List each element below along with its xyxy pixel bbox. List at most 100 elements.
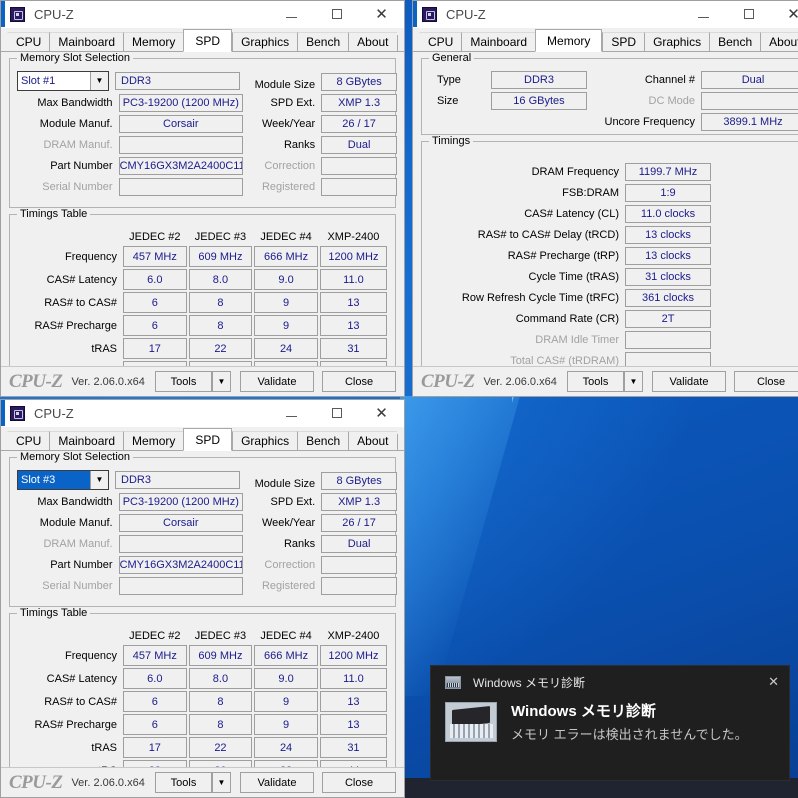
tools-button[interactable]: Tools [155,772,212,793]
cell: 666 MHz [254,645,318,666]
tab-cpu[interactable]: CPU [7,431,49,450]
title-bar[interactable]: CPU-Z ✕ [1,1,404,28]
tab-mainboard[interactable]: Mainboard [49,32,123,51]
close-button[interactable]: Close [734,371,798,392]
tab-memory[interactable]: Memory [535,29,602,52]
tools-dropdown-button[interactable]: ▼ [212,371,231,392]
memory-type-field: DDR3 [491,71,587,89]
col-jedec3: JEDEC #3 [189,230,253,244]
tab-bench[interactable]: Bench [297,32,348,51]
cell: 22 [189,338,253,359]
tab-strip[interactable]: CPU Mainboard Memory SPD Graphics Bench … [1,28,404,52]
version-label: Ver. 2.06.0.x64 [71,376,144,388]
memory-type-field: DDR3 [115,72,240,90]
tools-dropdown-button[interactable]: ▼ [212,772,231,793]
maximize-icon[interactable] [314,1,359,27]
table-row: CAS# Latency 6.0 8.0 9.0 11.0 [18,668,387,689]
part-number-field: CMY16GX3M2A2400C11 [119,556,243,574]
slot-select-dropdown[interactable]: Slot #1 ▼ [17,71,109,91]
minimize-icon[interactable] [681,1,726,27]
cell: 1200 MHz [320,246,387,267]
tab-about[interactable]: About [760,32,798,51]
tab-spd[interactable]: SPD [183,29,232,52]
cell: 13 [320,714,387,735]
tab-mainboard[interactable]: Mainboard [461,32,535,51]
cell: 22 [189,737,253,758]
cpuz-window-spd-slot3[interactable]: CPU-Z ✕ CPU Mainboard Memory SPD Graphic… [0,399,405,798]
cpuz-logo: CPU-Z [9,772,62,794]
minimize-icon[interactable] [269,1,314,27]
row-label-ras-precharge: RAS# Precharge [18,714,121,735]
label-module-manuf: Module Manuf. [17,517,119,529]
cell: 8 [189,691,253,712]
tools-button[interactable]: Tools [567,371,624,392]
toast-app-name: Windows メモリ診断 [473,674,585,691]
validate-button[interactable]: Validate [240,772,314,793]
title-bar[interactable]: CPU-Z ✕ [413,1,798,28]
cell: 1200 MHz [320,645,387,666]
cell: 6.0 [123,269,187,290]
label-dc-mode: DC Mode [587,95,701,107]
validate-button[interactable]: Validate [240,371,314,392]
tab-bench[interactable]: Bench [297,431,348,450]
minimize-icon[interactable] [269,400,314,426]
chevron-down-icon[interactable]: ▼ [90,471,108,489]
tab-spd[interactable]: SPD [183,428,232,451]
close-icon[interactable]: ✕ [359,400,404,426]
close-icon[interactable]: ✕ [359,1,404,27]
cpuz-window-spd-slot1[interactable]: CPU-Z ✕ CPU Mainboard Memory SPD Graphic… [0,0,405,397]
tools-button[interactable]: Tools [155,371,212,392]
cpuz-window-memory[interactable]: CPU-Z ✕ CPU Mainboard Memory SPD Graphic… [412,0,798,397]
label-dram-idle-timer: DRAM Idle Timer [429,334,625,346]
tools-dropdown-button[interactable]: ▼ [624,371,643,392]
tab-graphics[interactable]: Graphics [644,32,709,51]
cell: 457 MHz [123,645,187,666]
memory-slot-selection-group: Memory Slot Selection Slot #1 ▼ DDR3 Max… [9,58,396,208]
taskbar[interactable] [400,778,798,798]
tab-cpu[interactable]: CPU [7,32,49,51]
tab-strip[interactable]: CPU Mainboard Memory SPD Graphics Bench … [413,28,798,52]
tab-cpu[interactable]: CPU [419,32,461,51]
slot-select-dropdown[interactable]: Slot #3 ▼ [17,470,109,490]
toast-body: Windows メモリ診断 メモリ エラーは検出されませんでした。 [431,698,789,745]
correction-field [321,157,397,175]
maximize-icon[interactable] [726,1,771,27]
tab-memory[interactable]: Memory [123,32,183,51]
label-max-bandwidth: Max Bandwidth [17,496,119,508]
tab-graphics[interactable]: Graphics [232,32,297,51]
chevron-down-icon[interactable]: ▼ [90,72,108,90]
row-label-frequency: Frequency [18,645,121,666]
label-max-bandwidth: Max Bandwidth [17,97,119,109]
close-button[interactable]: Close [322,371,396,392]
maximize-icon[interactable] [314,400,359,426]
close-button[interactable]: Close [322,772,396,793]
tab-spd[interactable]: SPD [602,32,644,51]
slot-select-value: Slot #1 [18,72,90,90]
table-row: tRAS 17 22 24 31 [18,338,387,359]
tab-mainboard[interactable]: Mainboard [49,431,123,450]
title-bar[interactable]: CPU-Z ✕ [1,400,404,427]
label-spd-ext: SPD Ext. [247,97,321,109]
tab-about[interactable]: About [348,32,396,51]
windows-memory-diagnostic-toast[interactable]: Windows メモリ診断 ✕ Windows メモリ診断 メモリ エラーは検出… [430,665,790,781]
tab-bench[interactable]: Bench [709,32,760,51]
close-icon[interactable]: ✕ [768,675,779,690]
windows-memory-diagnostic-icon [445,676,461,689]
tab-memory[interactable]: Memory [123,431,183,450]
tab-about[interactable]: About [348,431,396,450]
row-label-tras: tRAS [18,737,121,758]
trfc-field: 361 clocks [625,289,711,307]
tab-graphics[interactable]: Graphics [232,431,297,450]
validate-button[interactable]: Validate [652,371,726,392]
tab-strip[interactable]: CPU Mainboard Memory SPD Graphics Bench … [1,427,404,451]
col-jedec3: JEDEC #3 [189,629,253,643]
window-title: CPU-Z [34,406,74,421]
window-footer: CPU-Z Ver. 2.06.0.x64 Tools ▼ Validate C… [1,767,404,797]
label-uncore-frequency: Uncore Frequency [587,116,701,128]
window-title: CPU-Z [34,7,74,22]
tras-field: 31 clocks [625,268,711,286]
cell: 13 [320,292,387,313]
close-icon[interactable]: ✕ [771,1,798,27]
ranks-field: Dual [321,136,397,154]
trcd-field: 13 clocks [625,226,711,244]
